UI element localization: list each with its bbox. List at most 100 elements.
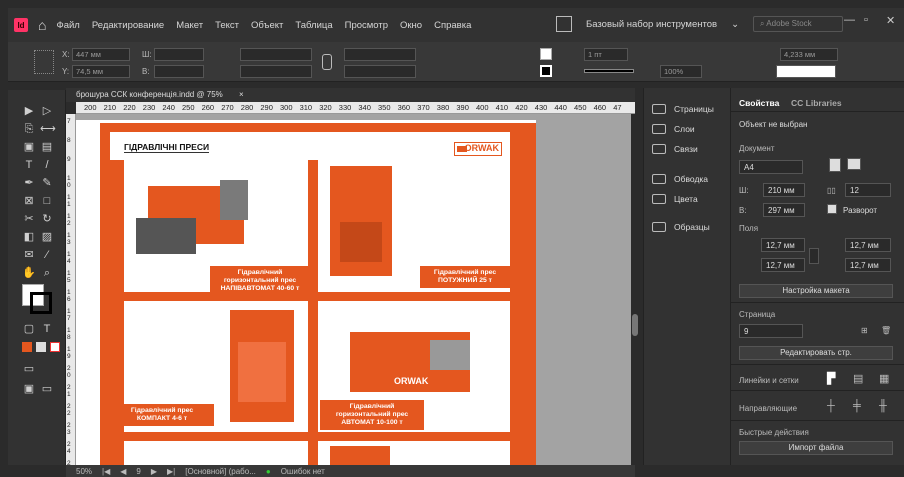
y-field[interactable]: 74,5 мм [72,65,130,78]
apply-none-icon[interactable] [50,342,60,352]
height-field[interactable]: 297 мм [763,203,805,217]
note-tool-icon[interactable]: ✉ [22,248,36,262]
dock-colors[interactable]: Цвета [652,194,698,204]
workspace-switcher[interactable]: Базовый набор инструментов [586,19,717,30]
add-page-icon[interactable]: ⊞ [861,326,868,335]
gradient-tool-icon[interactable]: ◧ [22,230,36,244]
horizontal-ruler[interactable]: 200 210 220 230 240 250 260 270 280 290 300 310 320 3… [76,102,635,114]
content-collector-icon[interactable]: ▣ [22,140,36,154]
width-field[interactable]: 210 мм [763,183,805,197]
dock-pages[interactable]: Страницы [652,104,714,114]
photo-partial[interactable] [320,442,414,465]
page-tool-icon[interactable]: ⎘ [22,122,36,136]
menu-view[interactable]: Просмотр [345,20,388,31]
layout-adjust-button[interactable]: Настройка макета [739,284,893,298]
gradient-feather-tool-icon[interactable]: ▨ [40,230,54,244]
menu-object[interactable]: Объект [251,20,283,31]
menu-help[interactable]: Справка [434,20,471,31]
stroke-color-icon[interactable] [30,292,52,314]
scroll-thumb[interactable] [632,314,638,336]
pencil-tool-icon[interactable]: ✎ [40,176,54,190]
document-tab[interactable]: брошура ССК конференція.indd @ 75% × [66,88,635,102]
h-field[interactable] [154,65,204,78]
margin-top-field[interactable]: 12,7 мм [761,238,805,252]
maximize-icon[interactable]: ▫ [864,14,868,26]
smart-guides-icon[interactable]: ╫ [879,400,887,412]
dock-layers[interactable]: Слои [652,124,695,134]
menu-edit[interactable]: Редактирование [92,20,164,31]
stroke-weight-field[interactable]: 1 пт [584,48,628,61]
line-tool-icon[interactable]: / [40,158,54,172]
fill-swatch[interactable] [540,48,552,60]
preflight-errors[interactable]: Ошибок нет [281,467,325,476]
menu-type[interactable]: Текст [215,20,239,31]
rectangle-frame-tool-icon[interactable]: ⊠ [22,194,36,208]
margin-bottom-field[interactable]: 12,7 мм [761,258,805,272]
share-icon[interactable] [556,16,572,32]
last-page-icon[interactable]: ▶| [167,467,175,476]
reference-point-icon[interactable] [34,50,54,74]
free-transform-tool-icon[interactable]: ↻ [40,212,54,226]
close-tab-icon[interactable]: × [239,90,244,99]
type-tool-icon[interactable]: T [22,158,36,172]
preview-mode-icon[interactable]: ▭ [40,382,54,396]
document-grid-icon[interactable]: ▦ [879,372,889,385]
link-icon[interactable] [322,54,332,70]
landscape-icon[interactable] [847,158,861,170]
portrait-icon[interactable] [829,158,841,172]
home-icon[interactable]: ⌂ [38,17,46,33]
scale-y-field[interactable] [240,65,312,78]
menu-table[interactable]: Таблица [295,20,332,31]
edit-page-button[interactable]: Редактировать стр. [739,346,893,360]
document-canvas[interactable]: ГІДРАВЛІЧНІ ПРЕСИ ORWAK ORWAK Гідравлічн… [76,114,635,465]
pen-tool-icon[interactable]: ✒ [22,176,36,190]
frame-width-field[interactable]: 4,233 мм [780,48,838,61]
opacity-field[interactable]: 100% [660,65,702,78]
stock-search-input[interactable]: ⌕ Adobe Stock [753,16,844,32]
menu-layout[interactable]: Макет [176,20,203,31]
x-field[interactable]: 447 мм [72,48,130,61]
dock-links[interactable]: Связи [652,144,698,154]
close-icon[interactable]: ✕ [886,14,895,27]
screen-mode-icon[interactable]: ▣ [22,382,36,396]
page-select[interactable]: 9 [739,324,803,338]
rotate-field[interactable] [344,48,416,61]
gap-tool-icon[interactable]: ⟷ [40,122,56,136]
direct-selection-tool-icon[interactable]: ▷ [40,104,54,118]
margin-link-icon[interactable] [809,248,819,264]
normal-view-icon[interactable]: ▭ [22,362,36,376]
spread-checkbox[interactable] [827,204,837,214]
stroke-swatch[interactable] [540,65,552,77]
scissors-tool-icon[interactable]: ✂ [22,212,36,226]
w-field[interactable] [154,48,204,61]
preflight-style[interactable]: [Основной] (рабо... [185,467,256,476]
next-page-icon[interactable]: ▶ [151,467,157,476]
zoom-level[interactable]: 50% [76,467,92,476]
first-page-icon[interactable]: |◀ [102,467,110,476]
eyedropper-tool-icon[interactable]: ⁄ [40,248,54,262]
margin-right-field[interactable]: 12,7 мм [845,258,891,272]
chevron-down-icon[interactable]: ⌄ [731,19,739,30]
ruler-toggle-icon[interactable]: ▛ [827,372,835,385]
selection-tool-icon[interactable]: ▶ [22,104,36,118]
baseline-grid-icon[interactable]: ▤ [853,372,863,385]
content-placer-icon[interactable]: ▤ [40,140,54,154]
apply-gradient-icon[interactable] [36,342,46,352]
page-size-select[interactable]: A4 [739,160,803,174]
tab-properties[interactable]: Свойства [739,98,779,108]
margin-left-field[interactable]: 12,7 мм [845,238,891,252]
apply-color-icon[interactable] [22,342,32,352]
menu-file[interactable]: Файл [56,20,79,31]
prev-page-icon[interactable]: ◀ [120,467,126,476]
vertical-ruler[interactable]: 7 8 9 1 0 1 1 1 2 1 3 1 4 1 5 1 6 1 7 1 8 1 9 2 0 2 1 2… [66,114,76,465]
tab-cc-libraries[interactable]: CC Libraries [791,98,842,108]
vertical-scrollbar[interactable] [631,114,639,465]
stroke-type[interactable] [584,69,634,73]
dock-swatches[interactable]: Образцы [652,222,710,232]
frame-style-field[interactable] [776,65,836,78]
zoom-tool-icon[interactable]: ⌕ [40,266,54,280]
scale-x-field[interactable] [240,48,312,61]
menu-window[interactable]: Окно [400,20,422,31]
import-file-button[interactable]: Импорт файла [739,441,893,455]
minimize-icon[interactable]: — [844,14,855,26]
